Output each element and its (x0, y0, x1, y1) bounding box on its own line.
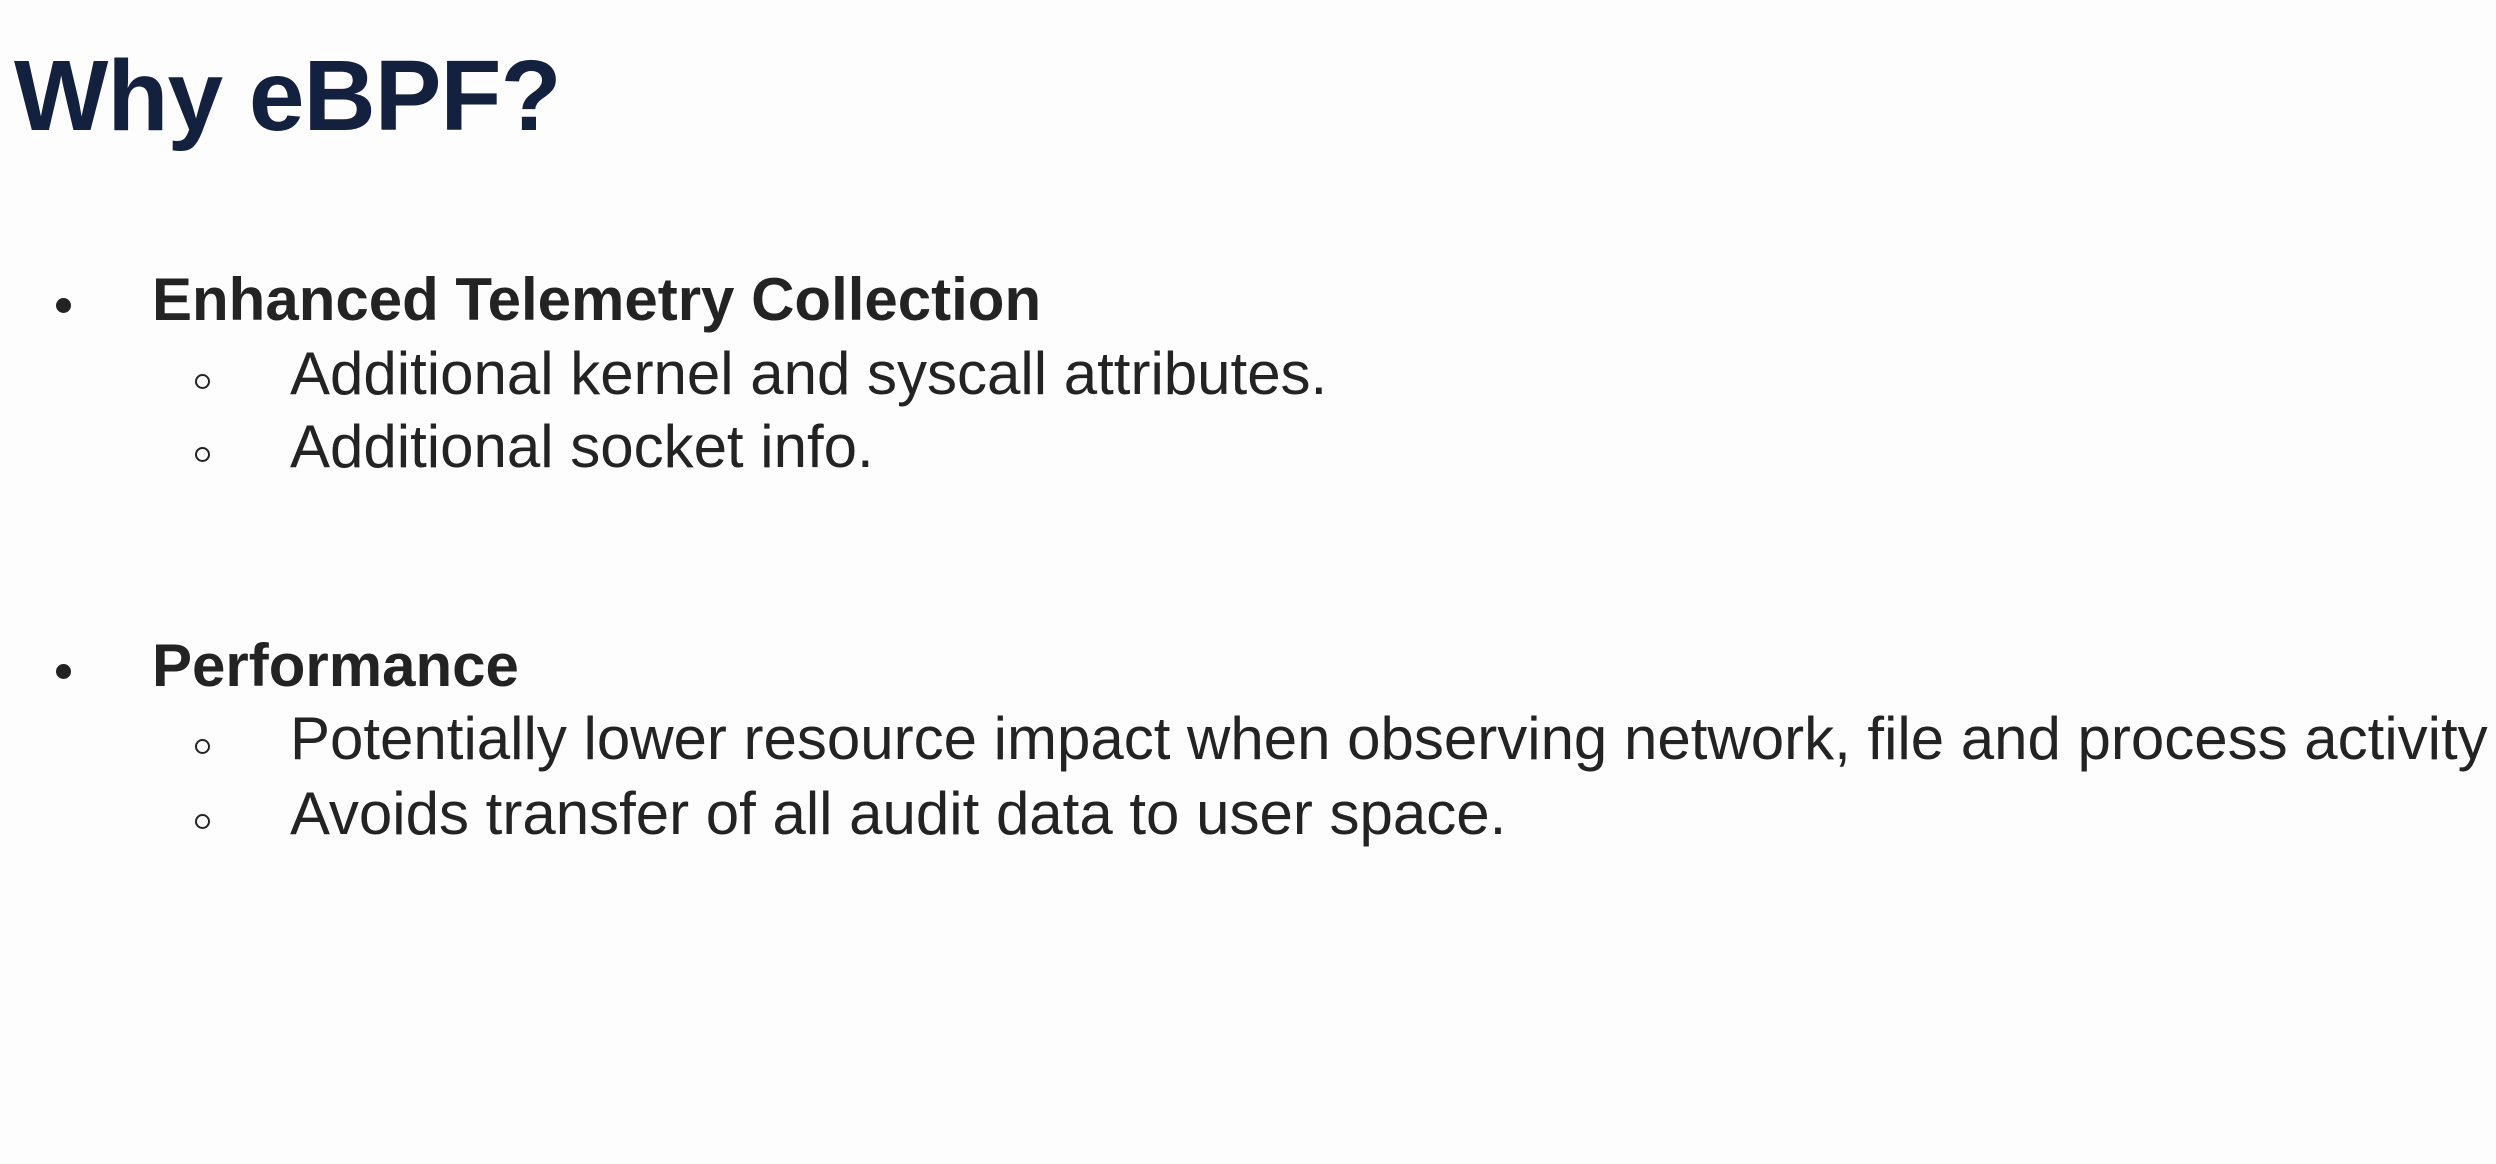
bullet-ring-icon (195, 447, 210, 462)
section-point: Potentially lower resource impact when o… (290, 705, 2488, 772)
bullet-ring-icon (195, 814, 210, 829)
bullet-dot-icon (56, 664, 71, 679)
slide-title: Why eBPF? (14, 40, 562, 152)
bullet-ring-icon (195, 374, 210, 389)
bullet-ring-icon (195, 739, 210, 754)
section-point: Additional socket info. (290, 413, 874, 480)
section-heading: Performance (152, 632, 519, 699)
section-heading: Enhanced Telemetry Collection (152, 266, 1042, 333)
section-point: Additional kernel and syscall attributes… (290, 340, 1328, 407)
bullet-dot-icon (56, 298, 71, 313)
slide: Why eBPF? Enhanced Telemetry Collection … (0, 0, 2496, 1164)
section-point: Avoids transfer of all audit data to use… (290, 780, 1507, 847)
